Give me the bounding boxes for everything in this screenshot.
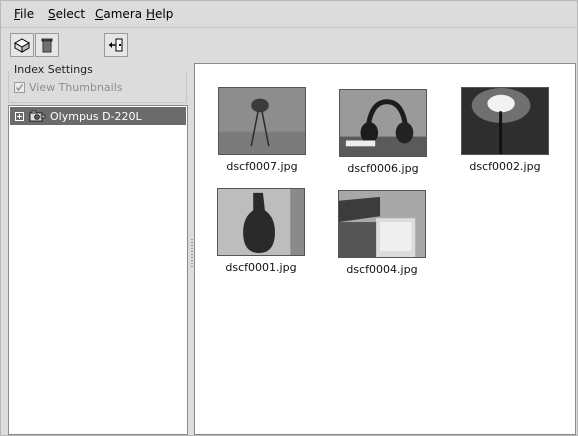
checkmark-icon [15, 84, 24, 92]
thumbnail-image[interactable] [461, 87, 549, 155]
menu-select[interactable]: Select [48, 7, 85, 21]
thumbnail-item[interactable]: dscf0007.jpg [212, 87, 312, 173]
index-settings-label: Index Settings [14, 63, 93, 76]
view-thumbnails-label: View Thumbnails [29, 81, 123, 94]
camera-icon [29, 110, 46, 122]
thumbnail-caption: dscf0002.jpg [469, 160, 541, 173]
menubar: File Select Camera Help [1, 1, 577, 28]
camera-tree[interactable]: Olympus D-220L [8, 105, 188, 435]
tree-item-label: Olympus D-220L [50, 109, 142, 123]
tree-item-camera[interactable]: Olympus D-220L [10, 107, 186, 125]
thumbnail-caption: dscf0004.jpg [346, 263, 418, 276]
exit-button[interactable] [104, 33, 128, 57]
expand-icon[interactable] [15, 111, 24, 121]
thumbnail-item[interactable]: dscf0002.jpg [455, 87, 555, 173]
menu-help[interactable]: Help [146, 7, 173, 21]
thumbnail-item[interactable]: dscf0004.jpg [332, 190, 432, 276]
exit-icon [109, 38, 123, 52]
save-icon [13, 38, 31, 53]
thumbnail-caption: dscf0006.jpg [347, 162, 419, 175]
app-window: File Select Camera Help Index Settings V… [0, 0, 578, 436]
thumbnail-image[interactable] [338, 190, 426, 258]
thumbnail-caption: dscf0007.jpg [226, 160, 298, 173]
menu-file[interactable]: File [14, 7, 34, 21]
thumbnail-gallery: dscf0007.jpg dscf0006.jpg dscf0002.jpg d… [194, 63, 576, 435]
delete-button[interactable] [35, 33, 59, 57]
trash-icon [41, 38, 53, 53]
toolbar [1, 28, 577, 61]
thumbnail-item[interactable]: dscf0006.jpg [333, 89, 433, 175]
thumbnail-item[interactable]: dscf0001.jpg [211, 188, 311, 274]
thumbnail-caption: dscf0001.jpg [225, 261, 297, 274]
thumbnail-image[interactable] [218, 87, 306, 155]
menu-camera[interactable]: Camera [95, 7, 142, 21]
save-button[interactable] [10, 33, 34, 57]
checkbox-box[interactable] [14, 82, 25, 93]
thumbnail-image[interactable] [339, 89, 427, 157]
thumbnail-image[interactable] [217, 188, 305, 256]
splitter-grip[interactable] [191, 239, 193, 267]
view-thumbnails-checkbox[interactable]: View Thumbnails [14, 81, 123, 94]
